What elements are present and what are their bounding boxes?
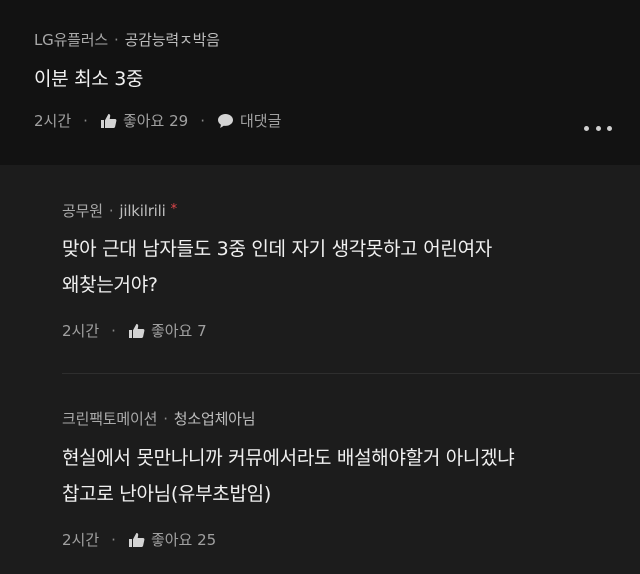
comment-meta: LG유플러스 · 공감능력ㅈ박음 — [34, 29, 220, 50]
comment-target[interactable]: 공감능력ㅈ박음 — [125, 31, 220, 49]
meta-separator: · — [163, 410, 168, 428]
like-button[interactable]: 좋아요 7 — [128, 320, 207, 341]
action-separator: · — [83, 111, 88, 130]
reply-thread — [0, 165, 640, 574]
more-options-button[interactable] — [584, 118, 612, 138]
thumbs-up-icon — [128, 532, 145, 548]
comment-author[interactable]: LG유플러스 — [34, 31, 108, 49]
reply-label: 대댓글 — [239, 112, 282, 130]
reply-meta: 크린팩토메이션 · 청소업체아님 — [62, 408, 256, 429]
meta-separator: · — [108, 202, 114, 220]
thumbs-up-icon — [128, 323, 145, 339]
reply-author[interactable]: 크린팩토메이션 — [62, 410, 157, 428]
reply-target[interactable]: 청소업체아님 — [174, 410, 256, 428]
reply-actions: 2시간 · 좋아요 25 — [62, 529, 216, 550]
comment-text: 이분 최소 3중 — [34, 68, 144, 90]
comment-time: 2시간 — [34, 112, 72, 130]
like-button[interactable]: 좋아요 25 — [128, 529, 216, 550]
like-count: 좋아요 25 — [150, 531, 217, 549]
reply-meta: 공무원 · jilkilrili * — [62, 200, 177, 221]
reply-target[interactable]: jilkilrili — [119, 202, 165, 220]
speech-bubble-icon — [217, 113, 234, 129]
reply-time: 2시간 — [62, 322, 100, 340]
more-dots-icon — [584, 125, 589, 131]
reply-divider — [62, 373, 640, 374]
action-separator: · — [111, 321, 116, 340]
comment-actions: 2시간 · 좋아요 29 · 대댓글 — [34, 110, 281, 131]
thumbs-up-icon — [100, 113, 117, 129]
reply-text-line: 찹고로 난아님(유부초밥임) — [62, 483, 271, 505]
like-button[interactable]: 좋아요 29 — [100, 110, 188, 131]
reply-text-line: 왜찾는거야? — [62, 274, 158, 296]
reply-author[interactable]: 공무원 — [62, 202, 103, 220]
reply-time: 2시간 — [62, 531, 100, 549]
reply-text-line: 현실에서 못만나니까 커뮤에서라도 배설해야할거 아니겠냐 — [62, 447, 515, 469]
meta-separator: · — [113, 31, 119, 49]
reply-button[interactable]: 대댓글 — [217, 110, 281, 131]
action-separator: · — [111, 530, 116, 549]
like-count: 좋아요 7 — [150, 322, 207, 340]
like-count: 좋아요 29 — [122, 112, 189, 130]
reply-text-line: 맞아 근대 남자들도 3중 인데 자기 생각못하고 어린여자 — [62, 238, 492, 260]
new-badge: * — [170, 202, 178, 217]
reply-actions: 2시간 · 좋아요 7 — [62, 320, 207, 341]
action-separator: · — [200, 111, 205, 130]
